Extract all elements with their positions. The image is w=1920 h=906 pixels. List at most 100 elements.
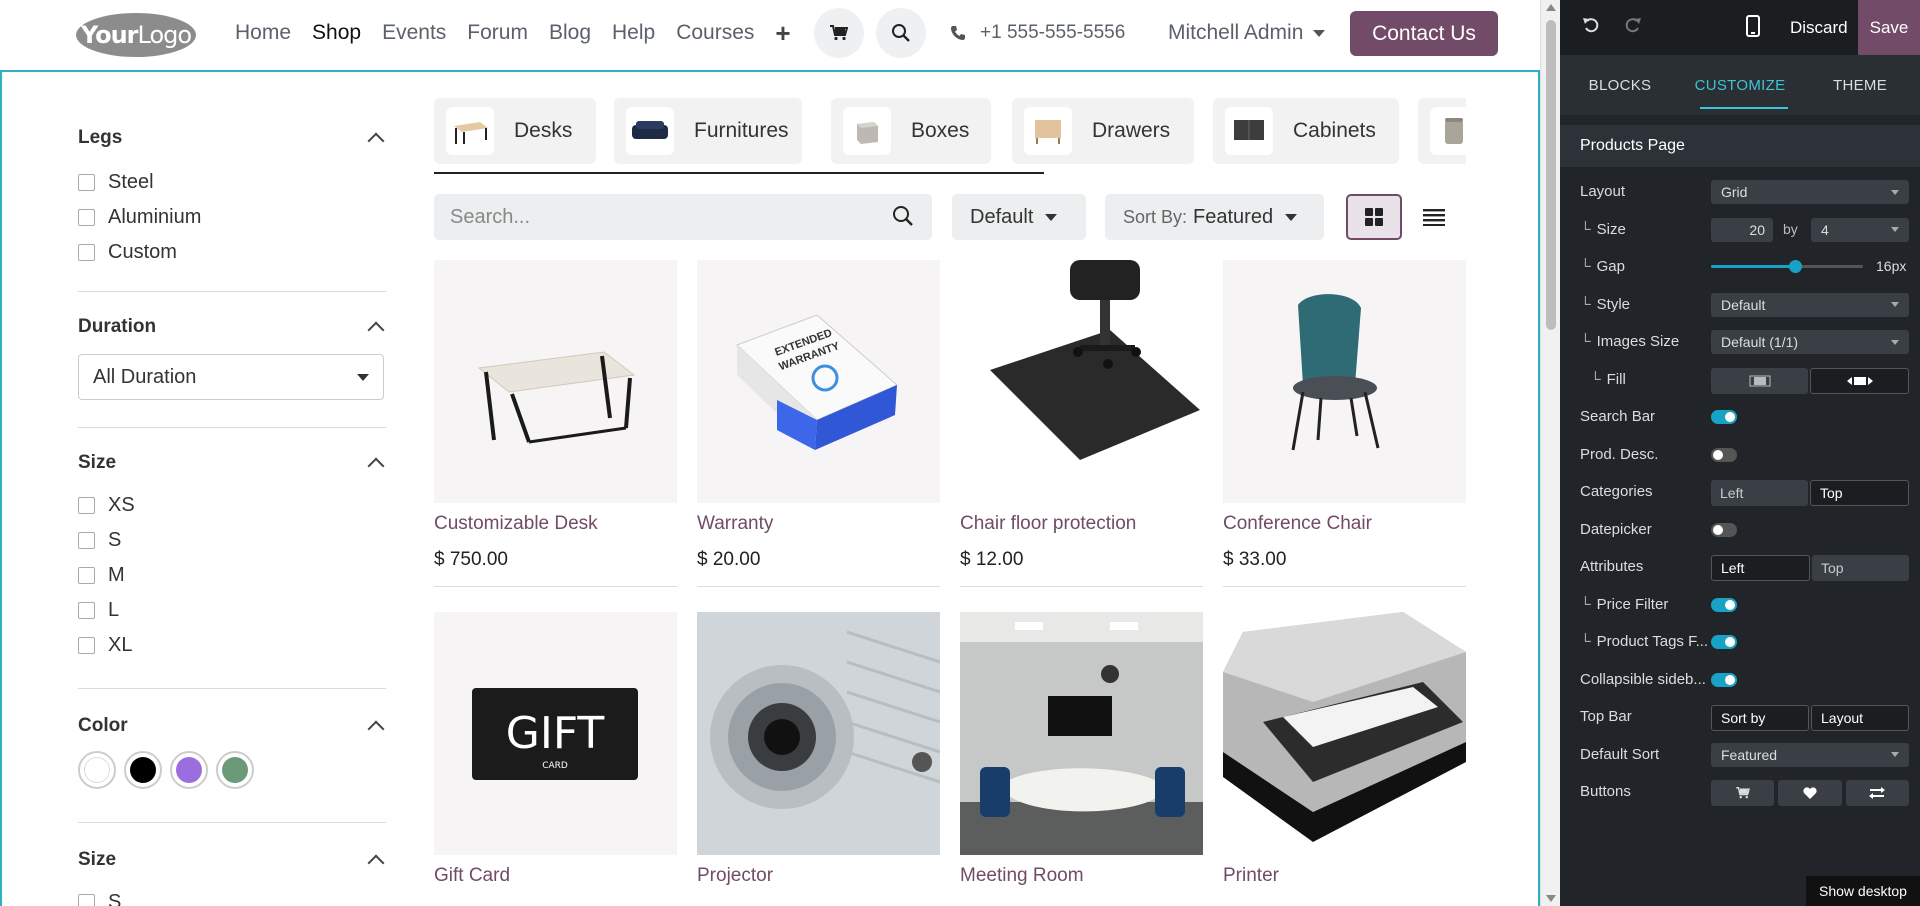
checkbox[interactable] (78, 497, 95, 514)
user-menu[interactable]: Mitchell Admin (1168, 0, 1326, 66)
checkbox[interactable] (78, 894, 95, 906)
product-image[interactable] (434, 260, 677, 503)
product-card[interactable]: Meeting Room (960, 612, 1203, 906)
layout-select[interactable]: Grid (1711, 180, 1909, 204)
nav-home[interactable]: Home (235, 21, 291, 45)
checkbox[interactable] (78, 532, 95, 549)
images-size-select[interactable]: Default (1/1) (1711, 330, 1909, 354)
filter-option[interactable]: Steel (78, 165, 386, 200)
tags-filter-toggle[interactable] (1711, 635, 1737, 649)
pricelist-dropdown[interactable]: Default (952, 194, 1086, 240)
default-sort-select[interactable]: Featured (1711, 742, 1909, 767)
product-name[interactable]: Warranty (697, 513, 940, 541)
color-swatch-white[interactable] (78, 751, 116, 789)
product-image[interactable]: EXTENDED WARRANTY (697, 260, 940, 503)
collapsible-sidebar-toggle[interactable] (1711, 672, 1737, 687)
top-bar-layout-button[interactable]: Layout (1811, 705, 1909, 731)
product-card[interactable]: Printer (1223, 612, 1466, 906)
nav-events[interactable]: Events (382, 21, 446, 45)
search-bar-toggle[interactable] (1711, 410, 1737, 424)
product-image[interactable] (1223, 612, 1466, 855)
product-card[interactable]: EXTENDED WARRANTY Warranty $ 20.00 (697, 260, 940, 587)
product-image[interactable] (960, 260, 1203, 503)
filter-option[interactable]: M (78, 558, 386, 593)
filter-option[interactable]: S (78, 885, 386, 906)
filter-size-2-header[interactable]: Size (78, 845, 386, 875)
product-name[interactable]: Chair floor protection (960, 513, 1203, 541)
nav-add-icon[interactable]: + (775, 18, 790, 49)
category-boxes[interactable]: Boxes (831, 98, 991, 164)
prod-desc-toggle[interactable] (1711, 447, 1737, 462)
color-swatch-green[interactable] (216, 751, 254, 789)
filter-option[interactable]: XS (78, 488, 386, 523)
grid-view-button[interactable] (1346, 194, 1402, 240)
filter-option[interactable]: Custom (78, 235, 386, 270)
checkbox[interactable] (78, 602, 95, 619)
list-view-button[interactable] (1406, 194, 1462, 240)
mobile-preview-icon[interactable] (1746, 15, 1760, 37)
product-card[interactable]: Customizable Desk $ 750.00 (434, 260, 677, 587)
search-icon[interactable] (892, 205, 914, 227)
product-name[interactable]: Customizable Desk (434, 513, 677, 541)
discard-button[interactable]: Discard (1790, 0, 1848, 55)
checkbox[interactable] (78, 209, 95, 226)
filter-size-header[interactable]: Size (78, 448, 386, 478)
columns-select[interactable]: 4 (1811, 217, 1909, 242)
nav-blog[interactable]: Blog (549, 21, 591, 45)
product-image[interactable] (697, 612, 940, 855)
cart-button[interactable] (814, 8, 864, 58)
nav-help[interactable]: Help (612, 21, 655, 45)
attributes-top-button[interactable]: Top (1812, 555, 1909, 581)
price-filter-toggle[interactable] (1711, 597, 1737, 612)
filter-duration-header[interactable]: Duration (78, 312, 386, 342)
wishlist-button-toggle[interactable] (1778, 780, 1842, 806)
filter-legs-header[interactable]: Legs (78, 123, 386, 153)
product-image[interactable] (960, 612, 1203, 855)
top-bar-sortby-button[interactable]: Sort by (1711, 705, 1809, 731)
phone-link[interactable]: +1 555-555-5556 (950, 0, 1125, 66)
product-name[interactable]: Printer (1223, 865, 1466, 893)
site-logo[interactable]: Your Logo (76, 13, 196, 57)
search-input[interactable]: Search... (434, 194, 932, 240)
category-drawers[interactable]: Drawers (1012, 98, 1194, 164)
categories-top-button[interactable]: Top (1810, 480, 1909, 506)
page-scrollbar[interactable] (1540, 0, 1560, 906)
filter-option[interactable]: Aluminium (78, 200, 386, 235)
filter-option[interactable]: XL (78, 628, 386, 663)
sort-dropdown[interactable]: Sort By: Featured (1105, 194, 1324, 240)
categories-left-button[interactable]: Left (1711, 480, 1808, 506)
attributes-left-button[interactable]: Left (1711, 555, 1810, 581)
datepicker-toggle[interactable] (1711, 522, 1737, 537)
product-card[interactable]: Projector (697, 612, 940, 906)
color-swatch-purple[interactable] (170, 751, 208, 789)
product-card[interactable]: Chair floor protection $ 12.00 (960, 260, 1203, 587)
product-name[interactable]: Meeting Room (960, 865, 1203, 893)
product-card[interactable]: Conference Chair $ 33.00 (1223, 260, 1466, 587)
undo-icon[interactable] (1582, 16, 1600, 34)
ppg-input[interactable]: 20 (1711, 217, 1773, 242)
search-toggle-button[interactable] (876, 8, 926, 58)
category-desks[interactable]: Desks (434, 98, 596, 164)
slider-handle[interactable] (1788, 260, 1802, 273)
save-button[interactable]: Save (1858, 0, 1920, 55)
fill-contain-button[interactable] (1711, 367, 1808, 394)
tab-customize[interactable]: CUSTOMIZE (1680, 55, 1800, 115)
gap-slider[interactable] (1711, 260, 1863, 273)
filter-option[interactable]: L (78, 593, 386, 628)
product-name[interactable]: Conference Chair (1223, 513, 1466, 541)
product-name[interactable]: Gift Card (434, 865, 677, 893)
show-desktop-button[interactable]: Show desktop (1806, 876, 1920, 906)
nav-shop[interactable]: Shop (312, 21, 361, 45)
scroll-up-icon[interactable] (1546, 4, 1556, 11)
product-image[interactable]: GIFT CARD (434, 612, 677, 855)
color-swatch-black[interactable] (124, 751, 162, 789)
scroll-down-icon[interactable] (1546, 895, 1556, 902)
nav-forum[interactable]: Forum (467, 21, 528, 45)
category-furnitures[interactable]: Furnitures (614, 98, 802, 164)
nav-courses[interactable]: Courses (676, 21, 754, 45)
checkbox[interactable] (78, 174, 95, 191)
scrollbar-thumb[interactable] (1546, 20, 1556, 330)
category-cabinets[interactable]: Cabinets (1213, 98, 1399, 164)
category-more[interactable] (1418, 98, 1466, 164)
cart-button-toggle[interactable] (1711, 780, 1775, 806)
